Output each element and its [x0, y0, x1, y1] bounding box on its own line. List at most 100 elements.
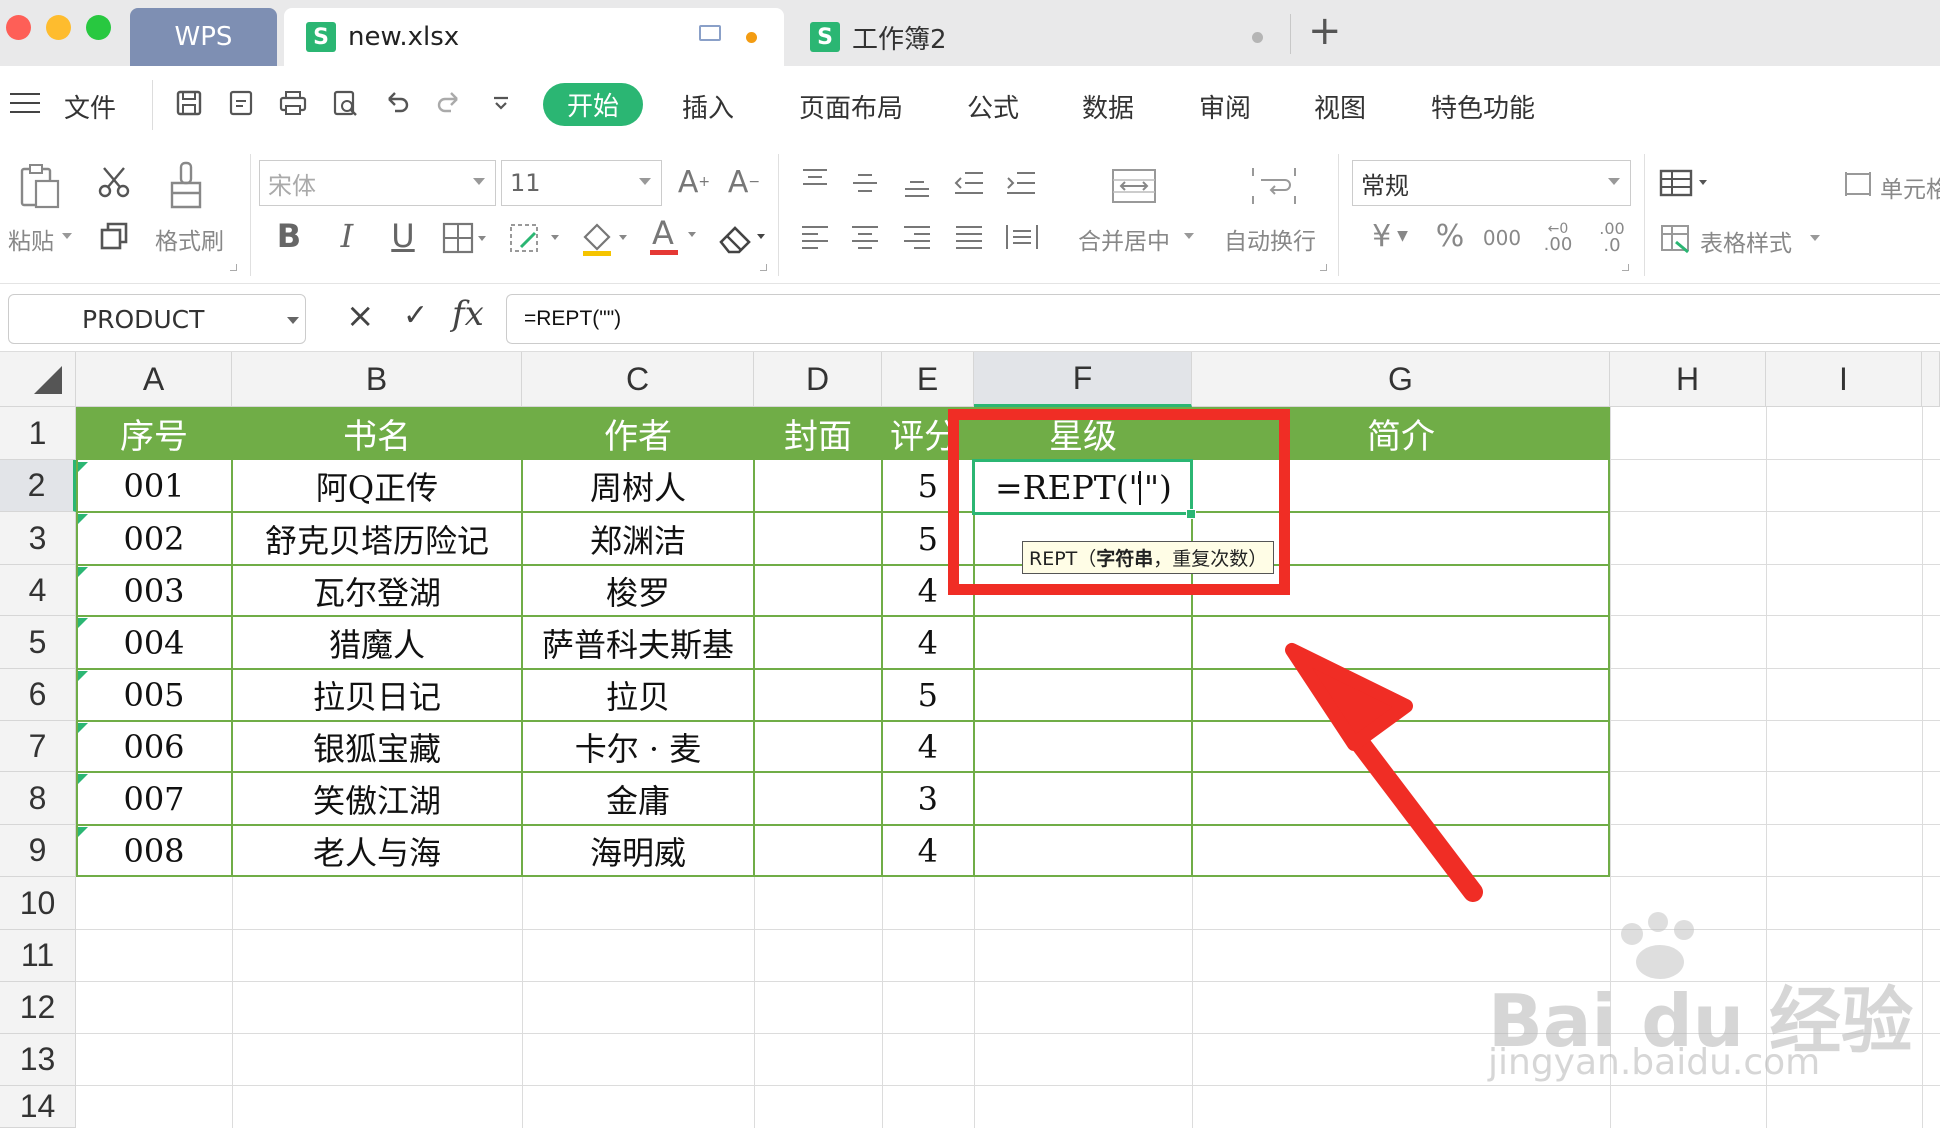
export-pdf-icon[interactable]: [224, 86, 258, 120]
cell-a7[interactable]: 006: [76, 721, 232, 772]
tab-wps-home[interactable]: WPS: [130, 8, 277, 66]
increase-indent-icon[interactable]: [1004, 168, 1038, 198]
italic-button[interactable]: I: [330, 216, 364, 256]
close-window-button[interactable]: [6, 15, 31, 40]
tab-new-xlsx[interactable]: S new.xlsx: [284, 8, 784, 66]
minimize-window-button[interactable]: [46, 15, 71, 40]
cell-b2[interactable]: 阿Q正传: [232, 460, 522, 512]
cell-a9[interactable]: 008: [76, 825, 232, 877]
wrap-text-icon[interactable]: [1250, 166, 1298, 206]
tab-page-layout[interactable]: 页面布局: [799, 88, 903, 125]
column-header-c[interactable]: C: [522, 352, 754, 407]
align-left-icon[interactable]: [798, 222, 832, 252]
row-header-10[interactable]: 10: [0, 877, 76, 930]
header-cell-title[interactable]: 书名: [232, 407, 522, 460]
cancel-formula-button[interactable]: ×: [346, 296, 375, 336]
merge-center-label[interactable]: 合并居中: [1078, 222, 1170, 256]
cell-c9[interactable]: 海明威: [522, 825, 754, 877]
cell-a2[interactable]: 001: [76, 460, 232, 512]
column-header-i[interactable]: I: [1766, 352, 1922, 407]
wrap-text-label[interactable]: 自动换行: [1224, 222, 1316, 256]
cell-b8[interactable]: 笑傲江湖: [232, 772, 522, 825]
insert-function-button[interactable]: fx: [452, 294, 484, 334]
redo-icon[interactable]: [432, 86, 466, 120]
percent-format-button[interactable]: %: [1432, 216, 1468, 256]
row-header-2[interactable]: 2: [0, 460, 76, 512]
tab-start[interactable]: 开始: [543, 83, 643, 126]
cell-b4[interactable]: 瓦尔登湖: [232, 565, 522, 616]
distributed-align-icon[interactable]: [1004, 222, 1040, 252]
row-header-3[interactable]: 3: [0, 512, 76, 565]
align-top-icon[interactable]: [798, 164, 832, 194]
tab-insert[interactable]: 插入: [682, 88, 734, 125]
table-style-icon[interactable]: [1658, 220, 1694, 256]
paste-dropdown-icon[interactable]: [62, 233, 72, 239]
cell-a5[interactable]: 004: [76, 616, 232, 669]
font-name-select[interactable]: 宋体: [259, 160, 496, 206]
cell-c2[interactable]: 周树人: [522, 460, 754, 512]
monitor-icon[interactable]: [699, 25, 721, 41]
decrease-indent-icon[interactable]: [952, 168, 986, 198]
row-header-1[interactable]: 1: [0, 407, 76, 460]
cell-format-icon[interactable]: [1840, 168, 1876, 200]
increase-font-size-icon[interactable]: A +: [676, 162, 712, 202]
hamburger-menu-icon[interactable]: [10, 93, 40, 115]
copy-icon[interactable]: [94, 216, 134, 256]
row-header-9[interactable]: 9: [0, 825, 76, 877]
cell-b3[interactable]: 舒克贝塔历险记: [232, 512, 522, 565]
cell-a3[interactable]: 002: [76, 512, 232, 565]
row-header-14[interactable]: 14: [0, 1086, 76, 1128]
cell-label[interactable]: 单元格: [1880, 170, 1940, 204]
select-all-corner[interactable]: [0, 352, 76, 407]
bold-button[interactable]: B: [272, 216, 306, 256]
cell-c7[interactable]: 卡尔 · 麦: [522, 721, 754, 772]
cell-e7[interactable]: 4: [882, 721, 974, 772]
row-header-13[interactable]: 13: [0, 1034, 76, 1086]
tab-formulas[interactable]: 公式: [967, 88, 1019, 125]
row-header-6[interactable]: 6: [0, 669, 76, 721]
font-size-select[interactable]: 11: [501, 160, 662, 206]
column-header-e[interactable]: E: [882, 352, 974, 407]
format-painter-icon[interactable]: [164, 160, 208, 212]
decrease-font-size-icon[interactable]: A −: [726, 162, 762, 202]
header-cell-author[interactable]: 作者: [522, 407, 754, 460]
column-header-h[interactable]: H: [1610, 352, 1766, 407]
row-header-7[interactable]: 7: [0, 721, 76, 772]
justify-icon[interactable]: [952, 222, 986, 252]
column-header-g[interactable]: G: [1192, 352, 1610, 407]
tab-data[interactable]: 数据: [1082, 88, 1134, 125]
cell-c6[interactable]: 拉贝: [522, 669, 754, 721]
row-header-4[interactable]: 4: [0, 565, 76, 616]
table-style-dropdown-icon[interactable]: [1810, 235, 1820, 241]
column-header-d[interactable]: D: [754, 352, 882, 407]
cell-a6[interactable]: 005: [76, 669, 232, 721]
header-cell-index[interactable]: 序号: [76, 407, 232, 460]
cell-e9[interactable]: 4: [882, 825, 974, 877]
column-header-f[interactable]: F: [974, 352, 1192, 407]
save-icon[interactable]: [172, 86, 206, 120]
row-header-11[interactable]: 11: [0, 930, 76, 982]
paste-label[interactable]: 粘贴: [8, 222, 54, 256]
new-tab-button[interactable]: +: [1308, 8, 1342, 54]
format-painter-label[interactable]: 格式刷: [155, 222, 224, 256]
row-header-12[interactable]: 12: [0, 982, 76, 1034]
name-box[interactable]: PRODUCT: [8, 294, 306, 344]
merge-dropdown-icon[interactable]: [1184, 233, 1194, 239]
conditional-format-icon[interactable]: [1658, 166, 1714, 200]
row-header-5[interactable]: 5: [0, 616, 76, 669]
group-expand-icon[interactable]: [760, 264, 767, 271]
cell-a8[interactable]: 007: [76, 772, 232, 825]
maximize-window-button[interactable]: [86, 15, 111, 40]
merge-center-icon[interactable]: [1110, 166, 1158, 206]
table-style-label[interactable]: 表格样式: [1700, 224, 1792, 258]
group-expand-icon[interactable]: [1320, 264, 1327, 271]
spreadsheet-grid[interactable]: A B C D E F G H I 1 2 3 4 5 6 7 8 9 10 1…: [0, 352, 1940, 1128]
chevron-down-icon[interactable]: [287, 317, 299, 324]
formula-input[interactable]: =REPT(""): [506, 294, 1940, 344]
group-expand-icon[interactable]: [230, 264, 237, 271]
underline-button[interactable]: U: [386, 216, 420, 256]
undo-icon[interactable]: [380, 86, 414, 120]
tab-workbook2[interactable]: S 工作簿2: [786, 8, 1286, 66]
align-middle-icon[interactable]: [848, 168, 882, 198]
cut-icon[interactable]: [94, 162, 134, 202]
